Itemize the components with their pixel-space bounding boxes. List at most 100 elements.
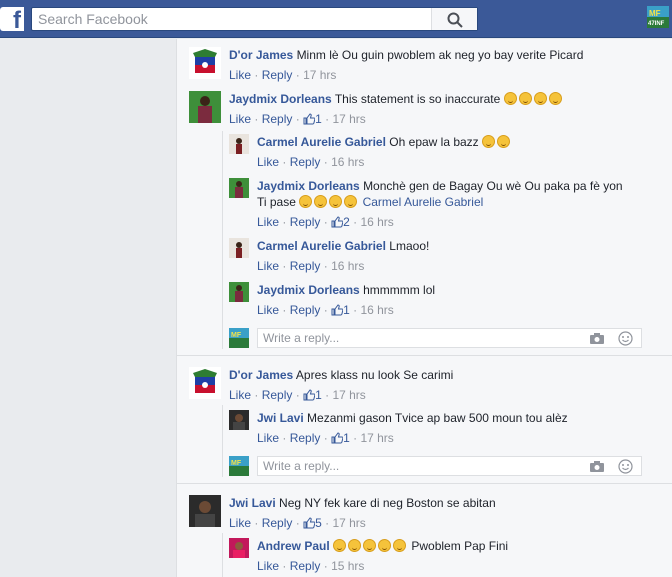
- comment: Jwi Lavi Neg NY fek kare di neg Boston s…: [189, 495, 659, 535]
- timestamp[interactable]: 15 hrs: [331, 559, 364, 573]
- reply-link[interactable]: Reply: [262, 388, 293, 402]
- mention-link[interactable]: Carmel Aurelie Gabriel: [363, 195, 484, 209]
- reply-link[interactable]: Reply: [290, 303, 321, 317]
- reply-input[interactable]: [258, 329, 578, 347]
- thumbs-up-icon[interactable]: [303, 389, 316, 401]
- like-count[interactable]: 1: [315, 112, 322, 126]
- avatar[interactable]: [229, 282, 249, 302]
- comment-text-continued: Ti pase: [257, 195, 296, 209]
- like-link[interactable]: Like: [257, 259, 279, 273]
- like-link[interactable]: Like: [257, 431, 279, 445]
- comment-author[interactable]: Jwi Lavi: [229, 496, 276, 510]
- facebook-logo-icon[interactable]: f: [0, 7, 24, 31]
- comment-text: Minm lè Ou guin pwoblem ak neg yo bay ve…: [296, 48, 584, 62]
- timestamp[interactable]: 17 hrs: [332, 388, 365, 402]
- emoji-laugh-icon: [533, 92, 547, 105]
- emoji-laugh-icon: [314, 195, 328, 208]
- comment-text: Pwoblem Pap Fini: [411, 539, 509, 553]
- reply-link[interactable]: Reply: [290, 215, 321, 229]
- comment-actions: Like · Reply · 1 · 17 hrs: [229, 388, 366, 402]
- comment-author[interactable]: D'or James: [229, 48, 293, 62]
- like-link[interactable]: Like: [257, 155, 279, 169]
- reply-link[interactable]: Reply: [290, 559, 321, 573]
- comment-actions: Like · Reply · 1 · 16 hrs: [257, 303, 394, 317]
- emoji-laugh-icon: [482, 135, 496, 148]
- top-bar: f MF 47INF: [0, 0, 672, 38]
- like-link[interactable]: Like: [229, 68, 251, 82]
- avatar[interactable]: [229, 134, 249, 154]
- emoji-picker-icon[interactable]: [618, 459, 633, 474]
- comment-author[interactable]: Andrew Paul: [257, 539, 330, 553]
- comment-text: hmmmmm lol: [363, 283, 436, 297]
- reply: Jaydmix Dorleans hmmmmm lol Like · Reply…: [229, 282, 649, 318]
- avatar[interactable]: [189, 495, 221, 527]
- like-link[interactable]: Like: [257, 559, 279, 573]
- comment-text: Neg NY fek kare di neg Boston se abitan: [279, 496, 496, 510]
- reply-link[interactable]: Reply: [290, 259, 321, 273]
- emoji-laugh-icon: [344, 195, 358, 208]
- search-input[interactable]: [32, 8, 432, 30]
- timestamp[interactable]: 16 hrs: [360, 215, 393, 229]
- like-link[interactable]: Like: [229, 112, 251, 126]
- like-link[interactable]: Like: [257, 215, 279, 229]
- camera-icon[interactable]: [589, 460, 605, 473]
- like-link[interactable]: Like: [257, 303, 279, 317]
- thumbs-up-icon[interactable]: [331, 304, 344, 316]
- comment-author[interactable]: D'or James: [229, 368, 293, 382]
- avatar[interactable]: [229, 238, 249, 258]
- avatar[interactable]: [189, 367, 221, 399]
- thread-line: [222, 533, 223, 577]
- reply: Jwi Lavi Mezanmi gason Tvice ap baw 500 …: [229, 410, 649, 446]
- reply-link[interactable]: Reply: [262, 516, 293, 530]
- reply: Carmel Aurelie Gabriel Oh epaw la bazz L…: [229, 134, 649, 170]
- timestamp[interactable]: 16 hrs: [360, 303, 393, 317]
- avatar[interactable]: [189, 47, 221, 79]
- timestamp[interactable]: 17 hrs: [332, 516, 365, 530]
- camera-icon[interactable]: [589, 332, 605, 345]
- comment: Jaydmix Dorleans This statement is so in…: [189, 91, 659, 131]
- avatar[interactable]: [229, 178, 249, 198]
- thread-line: [222, 405, 223, 477]
- comment-text: Monchè gen de Bagay Ou wè Ou paka pa fè …: [363, 179, 623, 193]
- thumbs-up-icon[interactable]: [331, 432, 344, 444]
- timestamp[interactable]: 17 hrs: [303, 68, 336, 82]
- comment-author[interactable]: Jaydmix Dorleans: [257, 179, 360, 193]
- reply-link[interactable]: Reply: [262, 68, 293, 82]
- timestamp[interactable]: 17 hrs: [360, 431, 393, 445]
- comment-author[interactable]: Jaydmix Dorleans: [229, 92, 332, 106]
- reply-link[interactable]: Reply: [290, 155, 321, 169]
- thumbs-up-icon[interactable]: [331, 216, 344, 228]
- avatar[interactable]: [189, 91, 221, 123]
- profile-avatar[interactable]: MF 47INF: [647, 6, 669, 28]
- thumbs-up-icon[interactable]: [303, 517, 316, 529]
- reply-link[interactable]: Reply: [290, 431, 321, 445]
- comment-actions: Like · Reply · 17 hrs: [229, 68, 337, 82]
- avatar[interactable]: [229, 538, 249, 558]
- like-count[interactable]: 5: [315, 516, 322, 530]
- reply-link[interactable]: Reply: [262, 112, 293, 126]
- timestamp[interactable]: 16 hrs: [331, 259, 364, 273]
- comment-author[interactable]: Jaydmix Dorleans: [257, 283, 360, 297]
- emoji-picker-icon[interactable]: [618, 331, 633, 346]
- like-count[interactable]: 1: [315, 388, 322, 402]
- timestamp[interactable]: 17 hrs: [332, 112, 365, 126]
- comment-author[interactable]: Carmel Aurelie Gabriel: [257, 239, 386, 253]
- search-bar: [31, 7, 478, 31]
- like-count[interactable]: 2: [343, 215, 350, 229]
- comment-author[interactable]: Jwi Lavi: [257, 411, 304, 425]
- thumbs-up-icon[interactable]: [303, 113, 316, 125]
- comment-text: This statement is so inaccurate: [334, 92, 501, 106]
- comment-text: Oh epaw la bazz: [389, 135, 479, 149]
- like-link[interactable]: Like: [229, 516, 251, 530]
- comment-author[interactable]: Carmel Aurelie Gabriel: [257, 135, 386, 149]
- avatar[interactable]: [229, 410, 249, 430]
- timestamp[interactable]: 16 hrs: [331, 155, 364, 169]
- comment-actions: Like · Reply · 1 · 17 hrs: [229, 112, 366, 126]
- like-link[interactable]: Like: [229, 388, 251, 402]
- emoji-laugh-icon: [497, 135, 511, 148]
- like-count[interactable]: 1: [343, 431, 350, 445]
- comment-actions: Like · Reply · 1 · 17 hrs: [257, 431, 394, 445]
- reply-input[interactable]: [258, 457, 578, 475]
- like-count[interactable]: 1: [343, 303, 350, 317]
- search-button[interactable]: [431, 8, 477, 30]
